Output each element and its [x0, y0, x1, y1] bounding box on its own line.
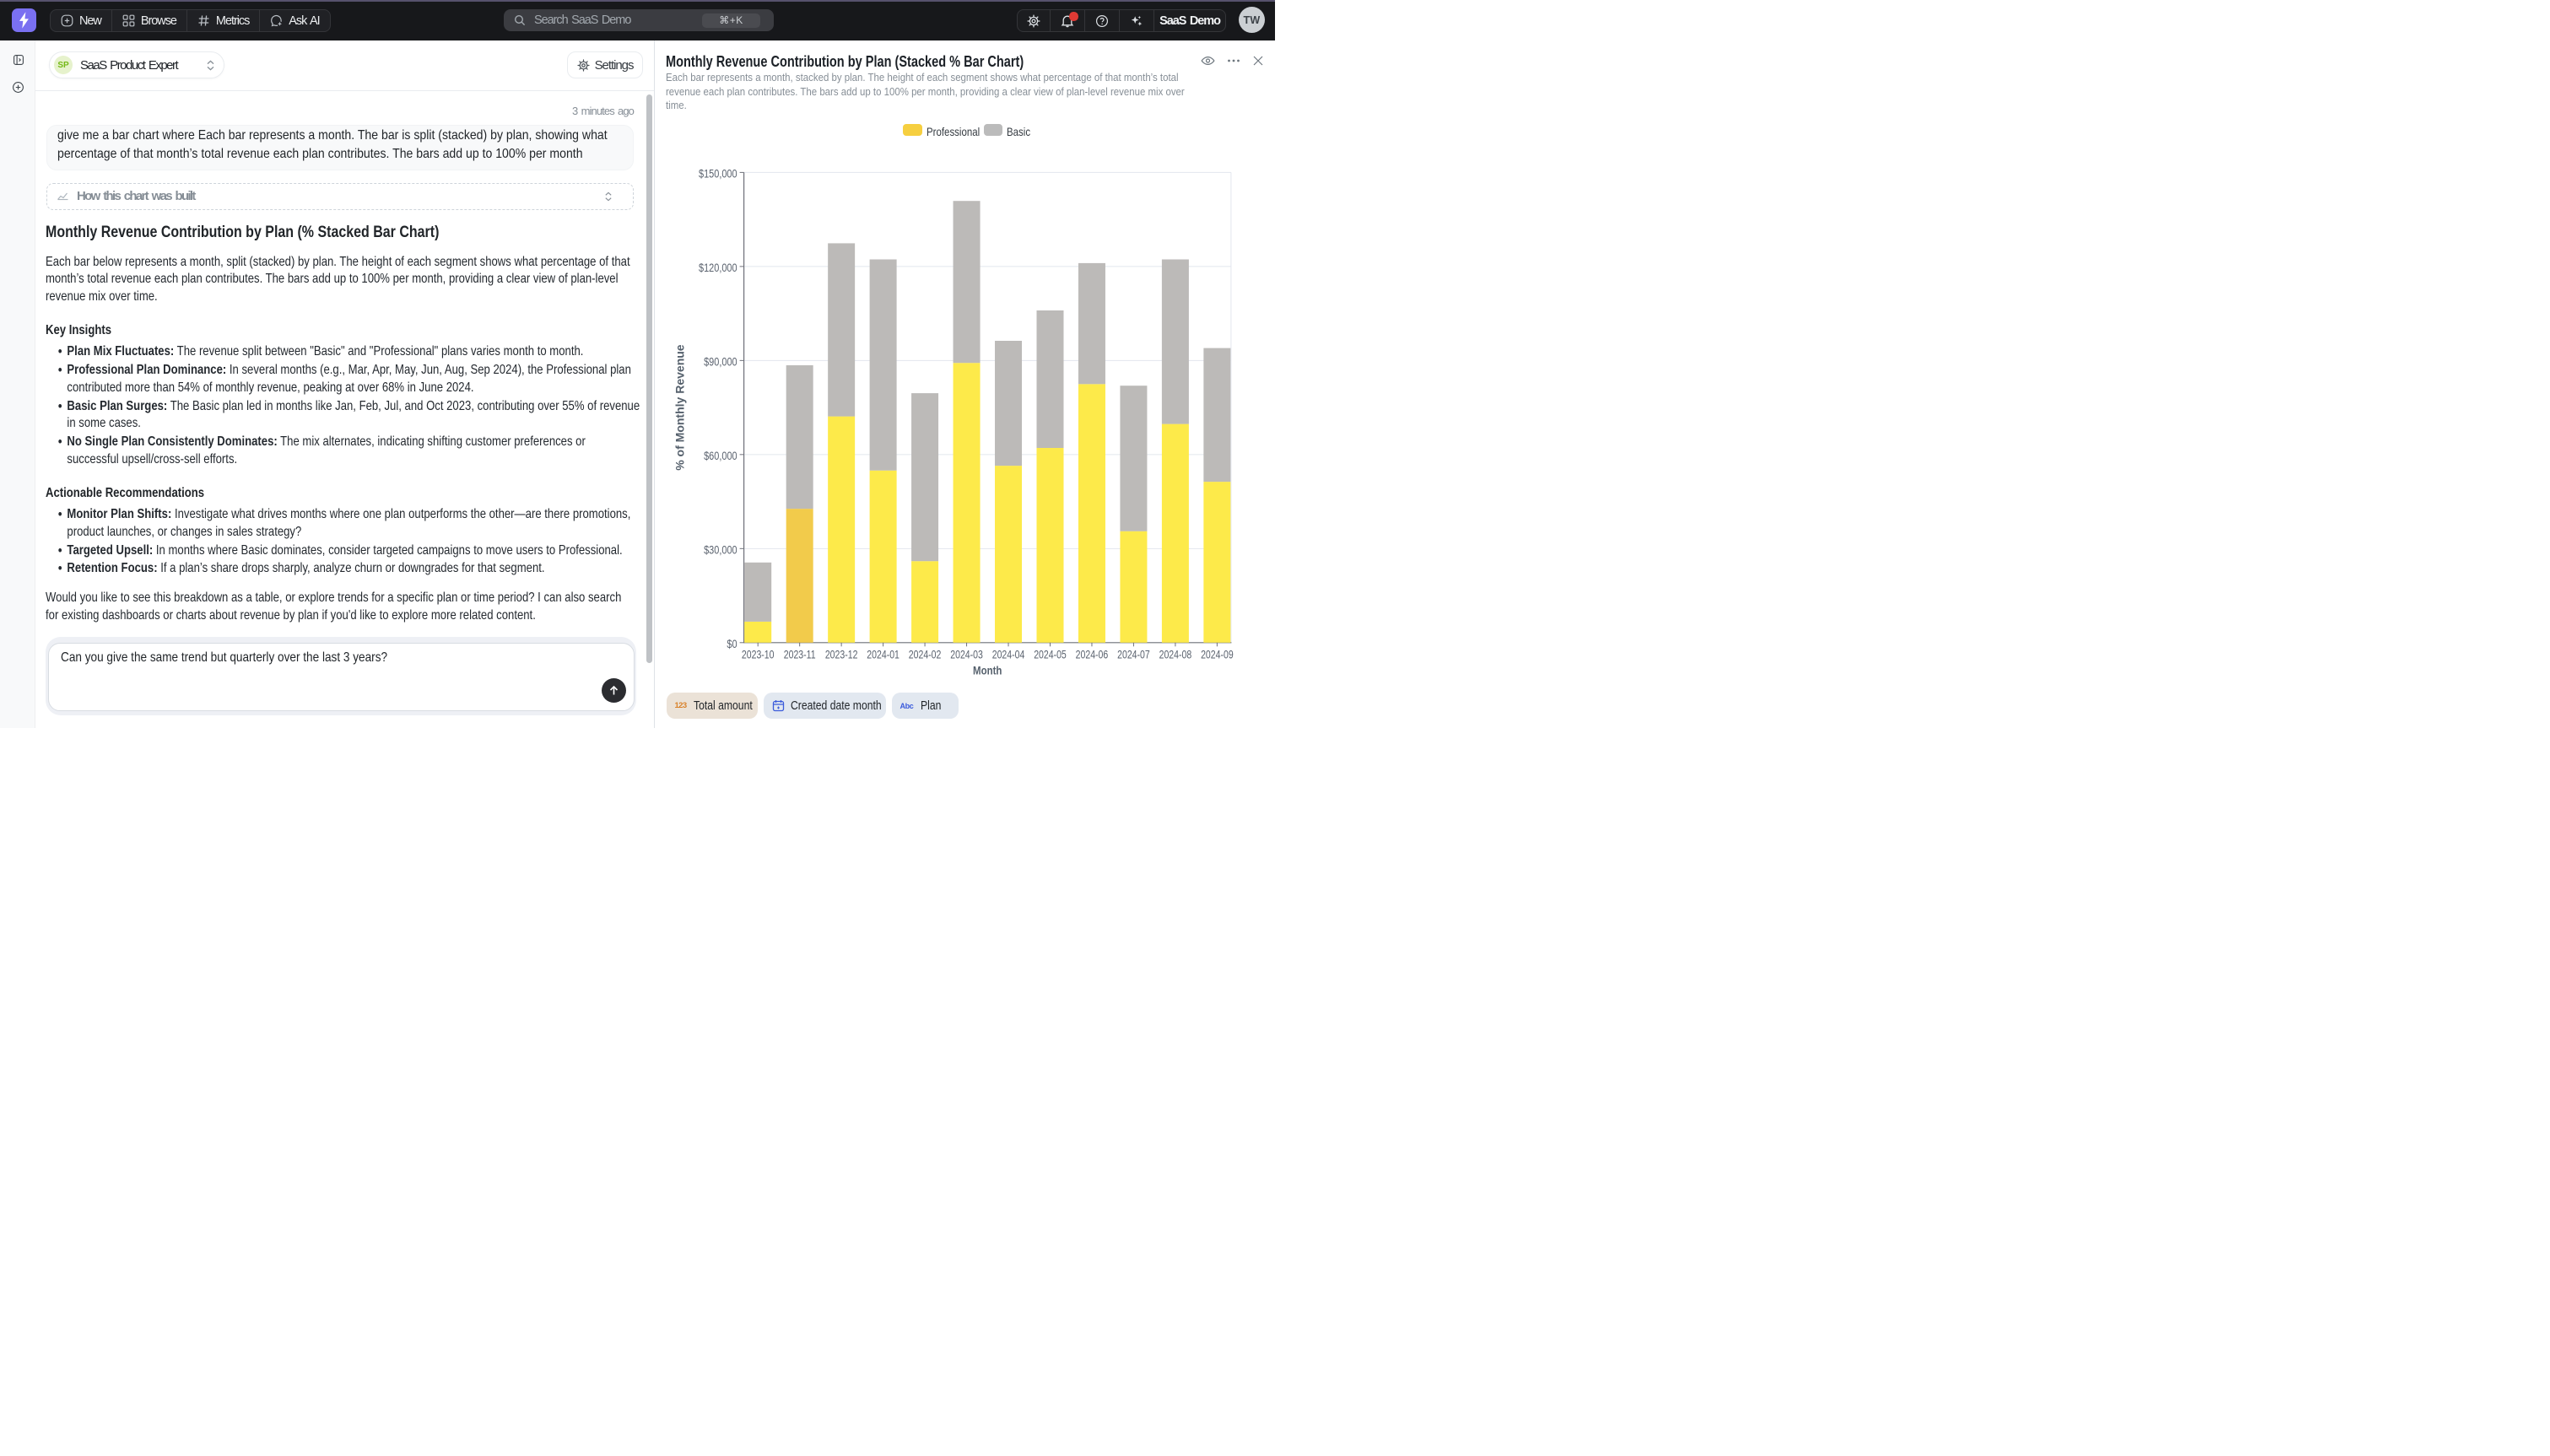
svg-text:2024-03: 2024-03 — [950, 648, 983, 661]
svg-text:2023-10: 2023-10 — [742, 648, 775, 661]
svg-text:2024-05: 2024-05 — [1034, 648, 1067, 661]
svg-text:2023-11: 2023-11 — [784, 648, 816, 661]
svg-text:2024-02: 2024-02 — [909, 648, 942, 661]
svg-text:$120,000: $120,000 — [699, 261, 737, 274]
svg-text:2024-04: 2024-04 — [992, 648, 1025, 661]
svg-text:% of Monthly Revenue: % of Monthly Revenue — [673, 344, 687, 471]
svg-text:2023-12: 2023-12 — [825, 648, 858, 661]
svg-text:2024-07: 2024-07 — [1117, 648, 1150, 661]
svg-text:2024-06: 2024-06 — [1076, 648, 1109, 661]
svg-text:Month: Month — [973, 663, 1002, 677]
svg-text:2024-08: 2024-08 — [1159, 648, 1192, 661]
svg-text:2024-09: 2024-09 — [1201, 648, 1234, 661]
svg-text:2024-01: 2024-01 — [867, 648, 900, 661]
svg-text:$90,000: $90,000 — [704, 355, 737, 369]
svg-text:$0: $0 — [727, 637, 737, 650]
svg-text:$150,000: $150,000 — [699, 167, 737, 181]
svg-text:$60,000: $60,000 — [704, 449, 737, 462]
svg-text:$30,000: $30,000 — [704, 543, 737, 557]
